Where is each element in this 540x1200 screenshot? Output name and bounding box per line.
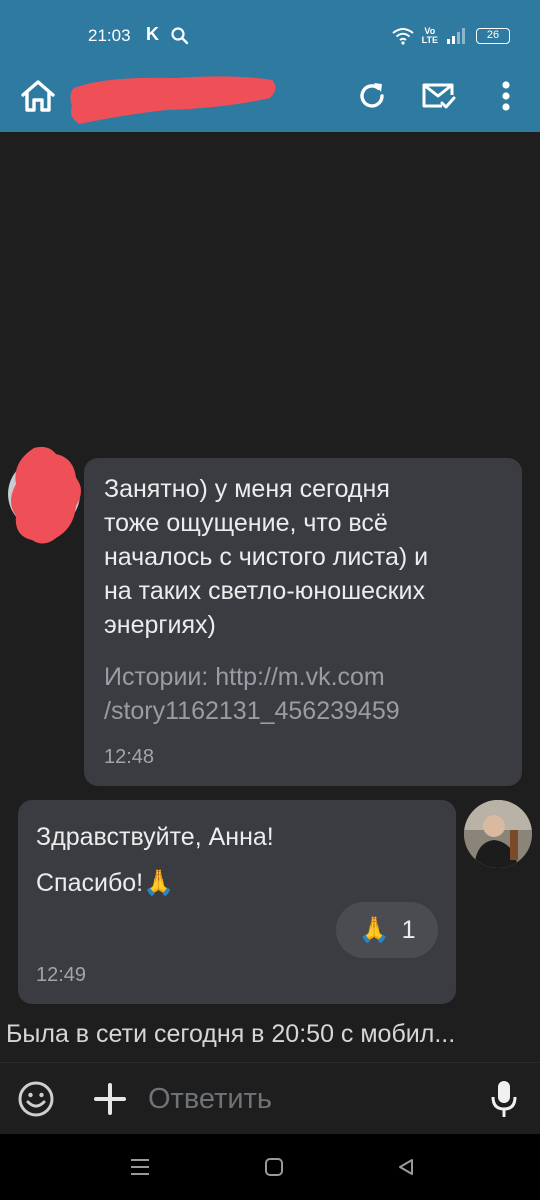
app-header: [0, 66, 540, 132]
mark-read-button[interactable]: [416, 74, 460, 118]
attach-button[interactable]: [88, 1077, 132, 1121]
pray-emoji: 🙏: [143, 869, 175, 897]
home-icon: [21, 80, 55, 112]
message-line: Спасибо!: [36, 869, 144, 897]
message-line: началось с чистого листа) и: [104, 543, 429, 571]
incoming-message-text: Занятно) у меня сегодня тоже ощущение, ч…: [104, 472, 514, 642]
back-nav-button[interactable]: [394, 1155, 418, 1179]
redacted-title: [70, 76, 276, 124]
carrier-k-icon: K: [146, 24, 159, 44]
volte-label: Vo LTE: [421, 26, 438, 45]
refresh-icon: [360, 83, 384, 108]
mark-read-mail-icon: [422, 83, 456, 109]
top-bar: 21:03 K Vo LTE 26: [0, 0, 540, 132]
outgoing-message-bubble[interactable]: Здравствуйте, Анна! Спасибо!🙏 🙏 1 12:49: [18, 800, 456, 1004]
voice-button[interactable]: [482, 1075, 526, 1123]
signal-icon: [447, 28, 465, 44]
more-vertical-icon: [502, 81, 510, 111]
status-right-group: Vo LTE 26: [392, 24, 510, 48]
back-triangle-icon: [399, 1159, 413, 1175]
reaction-pill[interactable]: 🙏 1: [336, 902, 438, 958]
outgoing-message-text: Здравствуйте, Анна! Спасибо!🙏: [36, 814, 446, 906]
message-line: тоже ощущение, что всё: [104, 509, 388, 537]
reaction-emoji: 🙏: [358, 915, 390, 944]
status-time: 21:03: [88, 26, 131, 45]
own-avatar[interactable]: [464, 800, 532, 868]
home-nav-button[interactable]: [262, 1155, 286, 1179]
home-square-icon: [265, 1158, 283, 1176]
message-line: на таких светло-юношеских: [104, 577, 425, 605]
status-bar: 21:03 K Vo LTE 26: [0, 0, 540, 66]
link-line: /story1162131_456239459: [104, 697, 400, 725]
chat-area[interactable]: Занятно) у меня сегодня тоже ощущение, ч…: [0, 132, 540, 1058]
incoming-message-bubble[interactable]: Занятно) у меня сегодня тоже ощущение, ч…: [84, 458, 522, 786]
wifi-icon: [392, 28, 414, 45]
emoji-button[interactable]: [14, 1077, 58, 1121]
search-icon: [171, 27, 189, 45]
message-line: Здравствуйте, Анна!: [36, 823, 274, 851]
recent-apps-button[interactable]: [128, 1155, 152, 1179]
reaction-count: 1: [401, 915, 416, 944]
avatar-photo: [464, 800, 532, 868]
redacted-avatar-mark: [11, 446, 81, 544]
link-line: Истории: http://m.vk.com: [104, 663, 385, 691]
message-composer: [0, 1062, 540, 1134]
reply-input[interactable]: [148, 1077, 468, 1121]
story-link[interactable]: Истории: http://m.vk.com /story1162131_4…: [104, 660, 514, 728]
more-button[interactable]: [484, 74, 528, 118]
last-seen-status: Была в сети сегодня в 20:50 с мобил...: [6, 1020, 456, 1048]
emoji-icon: [18, 1081, 54, 1117]
plus-icon: [94, 1083, 126, 1115]
message-timestamp: 12:49: [36, 964, 87, 986]
home-button[interactable]: [16, 74, 60, 118]
message-timestamp: 12:48: [104, 746, 155, 768]
refresh-button[interactable]: [350, 74, 394, 118]
message-line: Занятно) у меня сегодня: [104, 475, 390, 503]
message-line: энергиях): [104, 611, 216, 639]
battery-icon: 26: [476, 28, 510, 44]
system-nav-bar: [0, 1134, 540, 1200]
microphone-icon: [491, 1081, 517, 1117]
recent-apps-icon: [131, 1159, 149, 1175]
